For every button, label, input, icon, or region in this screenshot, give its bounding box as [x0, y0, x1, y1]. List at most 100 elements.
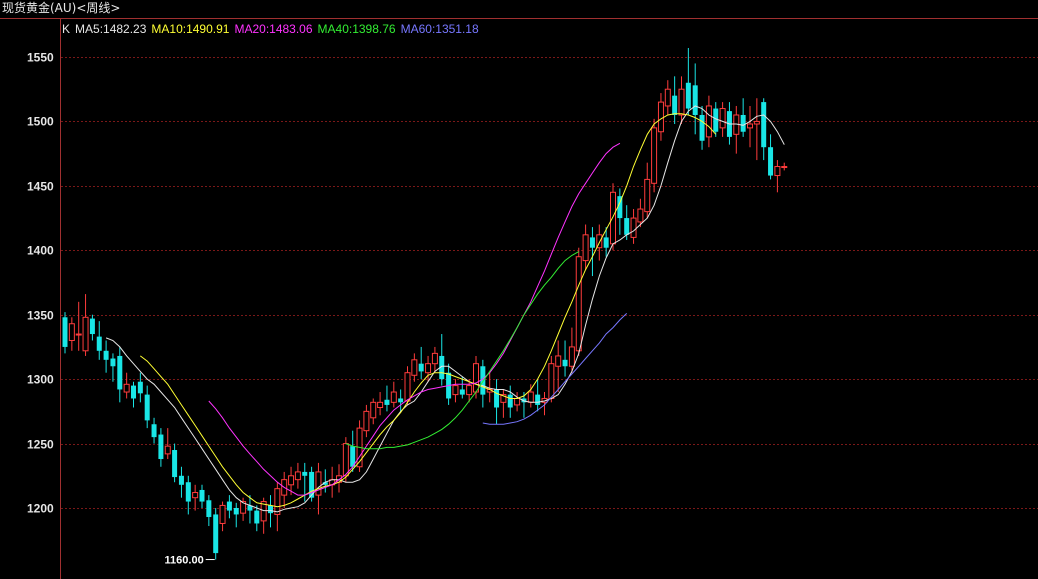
candle-body-up: [644, 178, 651, 213]
candle-body-down: [172, 450, 178, 478]
candle-body-down: [96, 336, 102, 351]
ma-legend: K MA5:1482.23 MA10:1490.91 MA20:1483.06 MA40…: [62, 22, 479, 36]
candle-body-down: [233, 508, 239, 515]
candle-body-down: [507, 394, 513, 408]
candle-body-down: [178, 475, 184, 485]
candle-body-up: [514, 397, 521, 406]
candle-body-up: [664, 88, 671, 107]
candle-body-up: [315, 471, 322, 496]
candle-body-up: [719, 108, 726, 129]
candle-body-down: [692, 85, 698, 115]
y-axis-labels: 1200 1250 1300 1350 1400 1450 1500 1550: [27, 51, 54, 516]
candle-body-down: [117, 355, 123, 390]
candle-body-down: [226, 501, 232, 511]
candle-body-up: [630, 217, 637, 238]
candle-body-up: [568, 346, 575, 367]
candle-body-down: [151, 424, 157, 438]
candle-body-up: [164, 445, 171, 455]
candle-body-up: [575, 256, 582, 352]
candle-body-up: [548, 363, 555, 399]
y-tick-label: 1200: [27, 502, 54, 516]
moving-averages: [105, 105, 785, 513]
candle-body-up: [637, 208, 644, 223]
candle-body-up: [657, 101, 664, 133]
candle-body-up: [452, 385, 459, 396]
candle-body-up: [582, 234, 589, 262]
candle-body-down: [768, 147, 774, 176]
legend-item: MA20:1483.06: [234, 22, 312, 36]
candle-body-up: [425, 363, 432, 374]
candle-body-up: [219, 504, 226, 524]
candle-body-up: [82, 316, 89, 352]
candle-body-up: [288, 475, 295, 486]
candle-body-up: [774, 166, 781, 177]
candle-body-down: [384, 399, 390, 405]
candle-body-down: [89, 318, 95, 335]
candle-body-up: [363, 410, 370, 432]
candle-body-up: [466, 385, 473, 396]
candle-body-down: [699, 114, 705, 141]
y-tick-label: 1550: [27, 51, 54, 65]
candle-body-down: [213, 514, 219, 554]
candle-body-down: [144, 394, 150, 421]
legend-item: K: [62, 22, 70, 36]
legend-item: MA60:1351.18: [401, 22, 479, 36]
candle-body-down: [158, 434, 164, 460]
candle-body-down: [131, 385, 136, 399]
legend-item: MA10:1490.91: [151, 22, 229, 36]
candle-body-down: [302, 471, 308, 476]
candle-body-down: [685, 82, 691, 109]
candle-body-down: [185, 482, 191, 502]
candle-body-down: [459, 389, 465, 395]
candle-body-up: [192, 492, 199, 499]
candlestick-chart: 1200 1250 1300 1350 1400 1450 1500 1550 K MA5:14…: [0, 18, 1038, 579]
candle-body-up: [473, 363, 479, 393]
candle-body-up: [747, 123, 753, 129]
candle-body-down: [103, 350, 109, 360]
low-annotation: 1160.00: [165, 555, 204, 567]
candle-body-down: [589, 237, 595, 248]
candle-body-up: [678, 88, 685, 116]
candle-body-down: [740, 114, 746, 132]
price-gridlines: [61, 57, 1038, 509]
y-tick-label: 1250: [27, 438, 54, 452]
candle-body-down: [603, 237, 609, 248]
candle-body-down: [624, 218, 630, 235]
candle-body-down: [206, 500, 212, 518]
candle-body-down: [137, 381, 143, 394]
y-tick-label: 1400: [27, 244, 54, 258]
y-tick-label: 1350: [27, 309, 54, 323]
candle-body-down: [268, 505, 273, 514]
ma-line-ma10: [139, 113, 717, 508]
candle-body-up: [527, 391, 534, 403]
candle-body-up: [123, 383, 130, 393]
candle-body-down: [418, 363, 424, 372]
candle-body-down: [110, 358, 116, 367]
y-tick-label: 1450: [27, 180, 54, 194]
candle-body-down: [713, 108, 719, 132]
candle-body-down: [254, 510, 260, 524]
candle-body-up: [753, 120, 760, 125]
candle-body-up: [370, 401, 377, 419]
legend-item: MA40:1398.76: [318, 22, 396, 36]
candle-body-up: [68, 323, 75, 341]
candle-body-down: [535, 394, 541, 405]
candle-body-up: [555, 355, 562, 367]
candle-body-up: [705, 105, 712, 138]
candle-body-up: [342, 443, 349, 477]
legend-item: MA5:1482.23: [75, 22, 147, 36]
y-tick-label: 1300: [27, 373, 54, 387]
candle-body-up: [610, 191, 616, 245]
ma-line-ma5: [105, 105, 785, 513]
candle-body-down: [562, 359, 568, 367]
candles: [62, 47, 788, 560]
candle-body-down: [62, 317, 68, 347]
candle-body-up: [390, 391, 397, 403]
candle-body-down: [199, 489, 205, 502]
y-tick-label: 1500: [27, 115, 54, 129]
candle-body-up: [294, 471, 301, 481]
candle-body-down: [672, 95, 678, 115]
candle-body-up: [75, 333, 82, 336]
candle-body-up: [404, 372, 411, 402]
extreme-annotations: 1160.00: [165, 555, 215, 567]
